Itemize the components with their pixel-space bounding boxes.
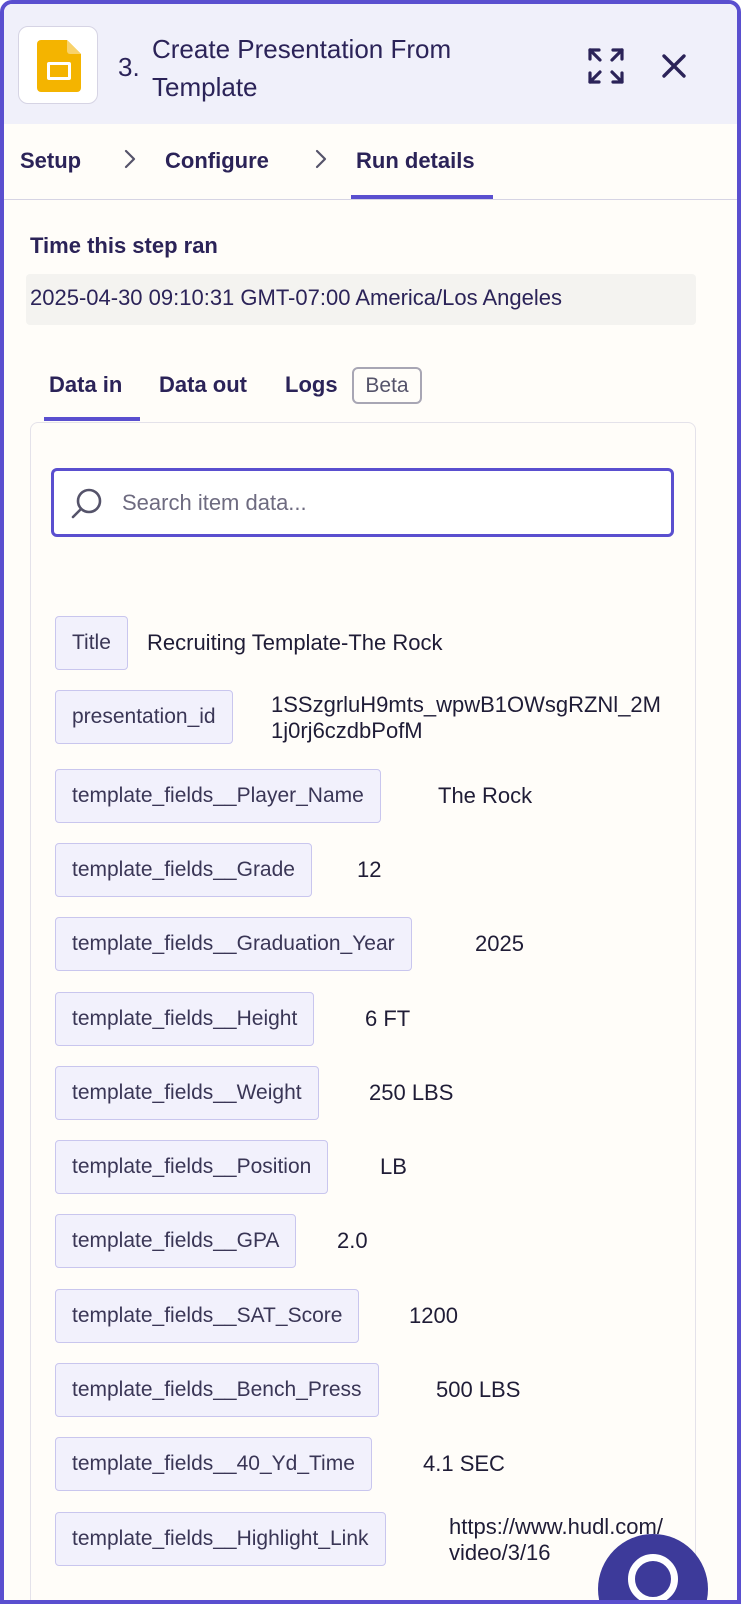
field-value: LB — [380, 1154, 407, 1179]
time-label: Time this step ran — [30, 233, 218, 258]
field-value: 1200 — [409, 1303, 458, 1328]
search-box[interactable] — [51, 468, 674, 537]
nav-configure[interactable]: Configure — [165, 148, 269, 174]
field-key[interactable]: presentation_id — [55, 690, 233, 744]
search-icon — [71, 488, 102, 519]
field-value: 2.0 — [337, 1228, 368, 1253]
close-icon[interactable] — [656, 48, 692, 84]
field-key[interactable]: template_fields__Height — [55, 992, 315, 1046]
time-value: 2025-04-30 09:10:31 GMT-07:00 America/Lo… — [26, 274, 696, 325]
step-nav: Setup Configure Run details — [4, 124, 737, 200]
step-details-panel: 3. Create Presentation From Template Set… — [0, 0, 741, 1604]
nav-run-details[interactable]: Run details — [356, 148, 475, 174]
field-value: Recruiting Template-The Rock — [147, 630, 443, 655]
field-value: 6 FT — [365, 1006, 411, 1031]
panel-header: 3. Create Presentation From Template — [4, 4, 737, 124]
search-input[interactable] — [122, 485, 652, 521]
field-value: 250 LBS — [369, 1080, 454, 1105]
beta-badge: Beta — [352, 367, 422, 404]
app-icon-box — [18, 26, 98, 104]
step-number: 3. — [118, 52, 140, 82]
field-key[interactable]: template_fields__Bench_Press — [55, 1363, 379, 1417]
field-key[interactable]: template_fields__Highlight_Link — [55, 1512, 386, 1566]
nav-setup[interactable]: Setup — [20, 148, 81, 174]
field-key[interactable]: template_fields__Player_Name — [55, 769, 381, 823]
active-data-tab-indicator — [44, 417, 140, 421]
field-key[interactable]: template_fields__Grade — [55, 843, 312, 897]
chat-icon — [628, 1554, 678, 1600]
field-value: 2025 — [475, 931, 524, 956]
field-key[interactable]: template_fields__Weight — [55, 1066, 319, 1120]
tab-data-out[interactable]: Data out — [159, 372, 247, 398]
step-title: Create Presentation From Template — [152, 34, 452, 102]
field-value: 12 — [357, 857, 382, 882]
field-key[interactable]: template_fields__Position — [55, 1140, 329, 1194]
field-key[interactable]: template_fields__SAT_Score — [55, 1289, 360, 1343]
field-value: 4.1 SEC — [423, 1451, 505, 1476]
google-slides-icon — [37, 40, 81, 92]
field-value: The Rock — [438, 783, 533, 808]
active-tab-indicator — [351, 195, 493, 199]
field-key[interactable]: template_fields__Graduation_Year — [55, 917, 412, 971]
field-key[interactable]: Title — [55, 616, 128, 670]
tab-logs[interactable]: Logs — [285, 372, 338, 398]
field-value: 1SSzgrluH9mts_wpwB1OWsgRZNl_2M1j0rj6czdb… — [271, 692, 661, 743]
field-key[interactable]: template_fields__GPA — [55, 1214, 297, 1268]
chevron-right-icon — [315, 149, 327, 169]
field-value: 500 LBS — [436, 1377, 521, 1402]
field-key[interactable]: template_fields__40_Yd_Time — [55, 1437, 372, 1491]
chevron-right-icon — [124, 149, 136, 169]
expand-icon[interactable] — [586, 46, 626, 86]
tab-data-in[interactable]: Data in — [49, 372, 122, 398]
